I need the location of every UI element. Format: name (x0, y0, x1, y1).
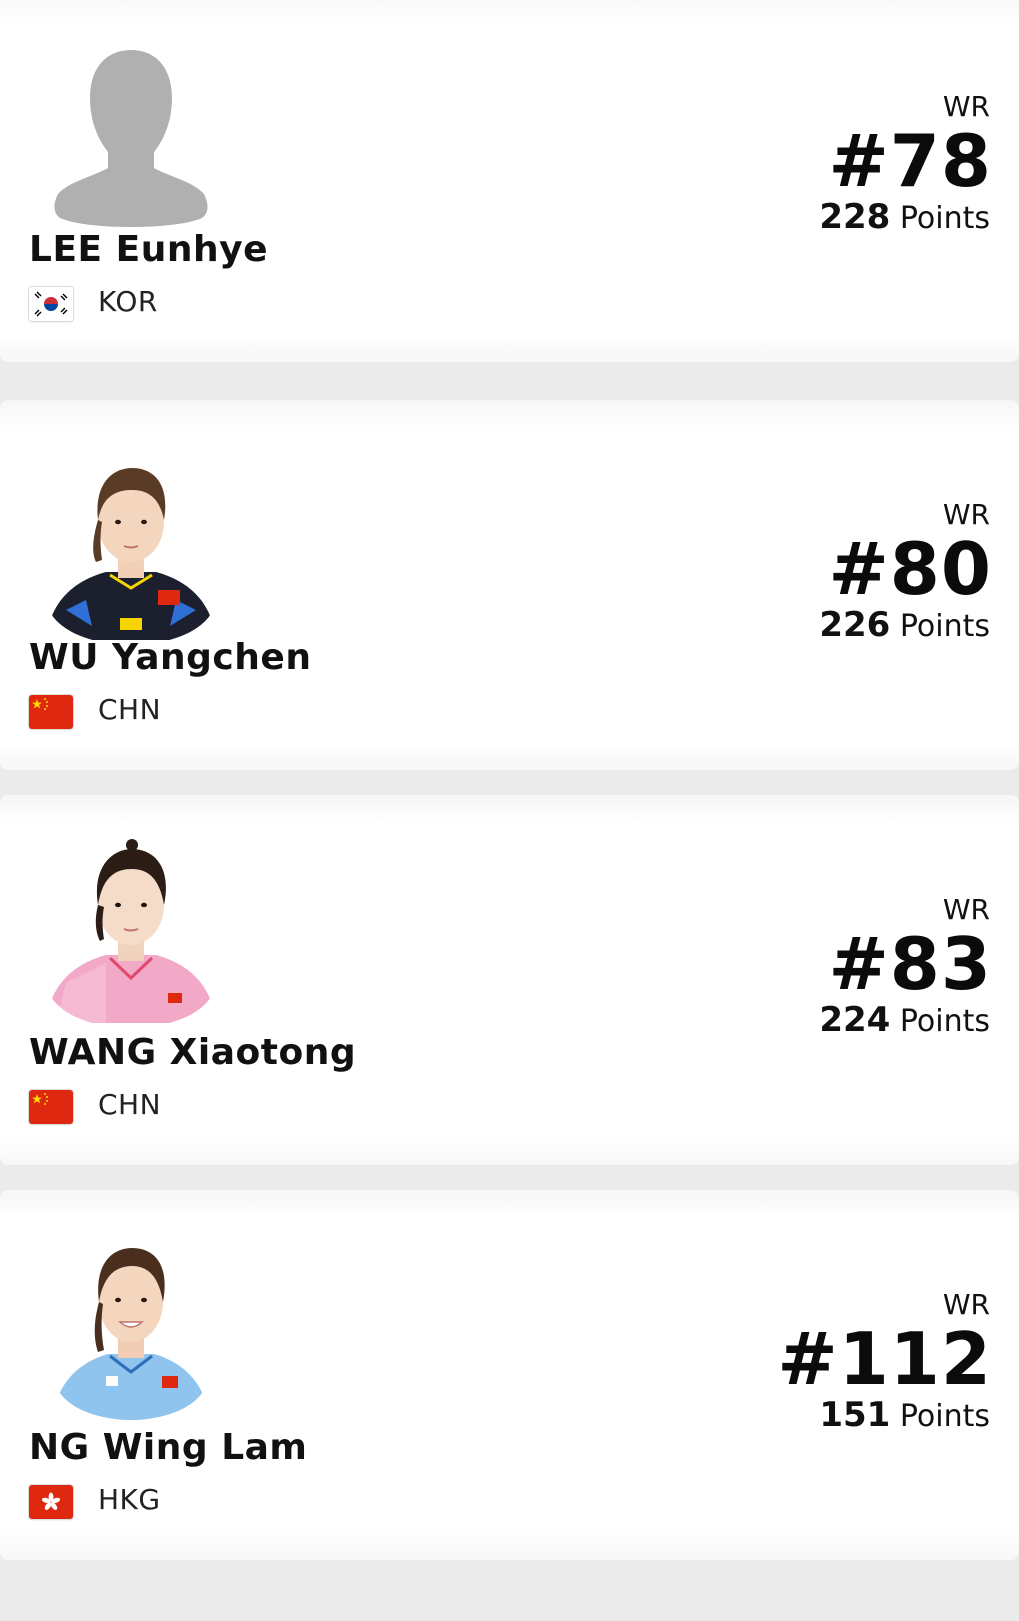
points-label: Points (899, 201, 990, 236)
points-value: 224 (819, 1000, 891, 1040)
points-label: Points (899, 609, 990, 644)
country-code: HKG (98, 1483, 161, 1516)
points: 228 Points (819, 197, 990, 237)
points-label: Points (899, 1004, 990, 1039)
points-label: Points (899, 1399, 990, 1434)
points-value: 226 (819, 605, 891, 645)
china-flag-icon (29, 695, 73, 729)
points: 151 Points (819, 1395, 990, 1435)
player-card[interactable]: NG Wing Lam HKG WR #112 151 Points (0, 1190, 1019, 1560)
player-card[interactable]: WU Yangchen CHN WR #80 226 Points (0, 400, 1019, 770)
player-photo (46, 833, 216, 1023)
world-ranking-value: #112 (777, 1317, 992, 1401)
avatar-placeholder (46, 42, 216, 232)
player-photo (46, 1232, 216, 1422)
south-korea-flag-icon (29, 287, 73, 321)
person-silhouette-icon (54, 50, 208, 227)
country-code: KOR (98, 285, 158, 318)
world-ranking-value: #83 (828, 922, 992, 1006)
china-flag-icon (29, 1090, 73, 1124)
world-ranking-value: #78 (828, 119, 992, 203)
points: 224 Points (819, 1000, 990, 1040)
points: 226 Points (819, 605, 990, 645)
world-ranking-value: #80 (828, 527, 992, 611)
player-name[interactable]: NG Wing Lam (29, 1427, 307, 1468)
points-value: 228 (819, 197, 891, 237)
player-ranking-list: LEE Eunhye KOR WR #78 228 Points WU Yang… (0, 0, 1019, 1621)
player-card[interactable]: LEE Eunhye KOR WR #78 228 Points (0, 0, 1019, 362)
points-value: 151 (819, 1395, 891, 1435)
country-code: CHN (98, 1088, 162, 1121)
player-photo (46, 450, 216, 640)
hong-kong-flag-icon (29, 1485, 73, 1519)
player-name[interactable]: LEE Eunhye (29, 229, 268, 270)
player-name[interactable]: WU Yangchen (29, 637, 311, 678)
player-card[interactable]: WANG Xiaotong CHN WR #83 224 Points (0, 795, 1019, 1165)
player-name[interactable]: WANG Xiaotong (29, 1032, 356, 1073)
country-code: CHN (98, 693, 162, 726)
